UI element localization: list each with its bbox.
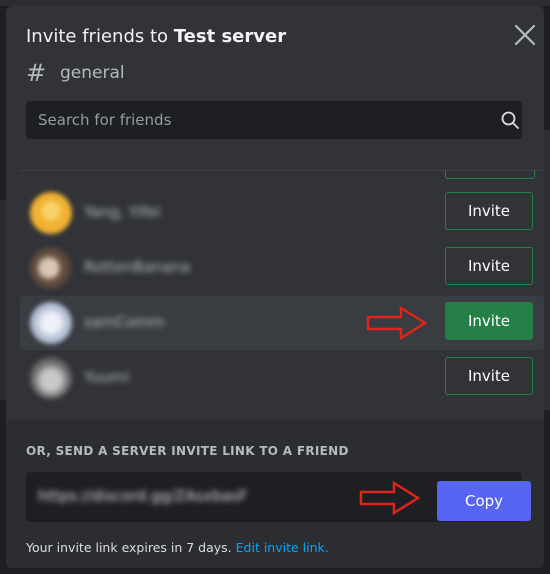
friend-name: samComm xyxy=(84,313,165,331)
search-field[interactable] xyxy=(26,101,522,139)
invite-button[interactable]: Invite xyxy=(445,302,533,340)
close-button[interactable] xyxy=(512,22,538,48)
server-name: Test server xyxy=(173,26,287,47)
invite-link-url[interactable]: https://discord.gg/ZAsxbasF xyxy=(38,487,247,505)
friend-row: Yuumi Invite xyxy=(20,351,544,405)
invite-button[interactable]: Invite xyxy=(445,247,533,285)
invite-link-box[interactable]: https://discord.gg/ZAsxbasF Copy xyxy=(26,472,531,522)
hashtag-icon: # xyxy=(26,59,47,87)
modal-header: Invite friends to Test server # general xyxy=(6,6,544,170)
friend-row: Yang, Yifei Invite xyxy=(20,186,544,240)
edit-invite-link[interactable]: Edit invite link. xyxy=(236,540,329,555)
expire-notice: Your invite link expires in 7 days. Edit… xyxy=(26,540,329,555)
friend-name: RottenBanana xyxy=(84,258,191,276)
avatar xyxy=(30,302,72,344)
red-arrow-icon xyxy=(366,305,428,341)
copy-button[interactable]: Copy xyxy=(437,481,531,521)
channel-name: general xyxy=(60,63,125,83)
channel-indicator: # general xyxy=(26,60,125,86)
invite-modal: Invite friends to Test server # general … xyxy=(6,6,544,568)
friend-row: RottenBanana Invite xyxy=(20,241,544,295)
title-prefix: Invite friends to xyxy=(26,26,169,47)
avatar xyxy=(30,192,72,234)
avatar xyxy=(30,357,72,399)
close-icon xyxy=(514,24,536,46)
red-arrow-icon xyxy=(359,480,421,516)
avatar xyxy=(30,247,72,289)
search-icon[interactable] xyxy=(500,110,520,130)
section-label: OR, SEND A SERVER INVITE LINK TO A FRIEN… xyxy=(26,444,349,458)
friends-list[interactable]: Yang, Yifei Invite RottenBanana Invite s… xyxy=(20,170,544,414)
invite-button[interactable]: Invite xyxy=(445,357,533,395)
invite-button-partial[interactable] xyxy=(445,170,535,179)
friend-row: samComm Invite xyxy=(20,296,544,350)
friend-name: Yuumi xyxy=(84,368,130,386)
friend-name: Yang, Yifei xyxy=(84,203,161,221)
search-input[interactable] xyxy=(26,101,486,139)
background-app-strip xyxy=(544,130,550,410)
expire-text: Your invite link expires in 7 days. xyxy=(26,540,232,555)
modal-title: Invite friends to Test server xyxy=(26,26,286,47)
invite-link-section: OR, SEND A SERVER INVITE LINK TO A FRIEN… xyxy=(6,420,544,568)
invite-button[interactable]: Invite xyxy=(445,192,533,230)
